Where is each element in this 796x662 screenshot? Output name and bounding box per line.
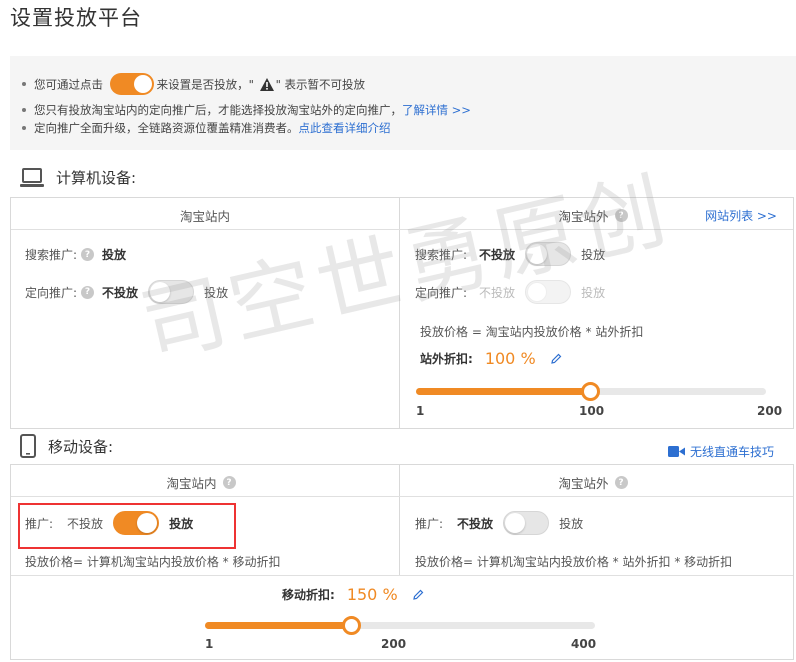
toggle-on-label: 投放 bbox=[581, 285, 606, 300]
computer-inside-target-row: 定向推广: ? 不投放 投放 bbox=[25, 280, 228, 304]
search-promo-label: 搜索推广: bbox=[415, 247, 468, 262]
search-promo-label: 搜索推广: bbox=[25, 248, 78, 262]
help-icon[interactable]: ? bbox=[81, 285, 95, 299]
computer-outside-formula: 投放价格 = 淘宝站内投放价格 * 站外折扣 bbox=[420, 325, 644, 339]
help-icon[interactable]: ? bbox=[81, 248, 95, 261]
target-promo-label: 定向推广: bbox=[25, 285, 78, 300]
toggle-off-label: 不投放 bbox=[479, 247, 516, 262]
notice-text: 来设置是否投放，" bbox=[156, 77, 254, 92]
computer-outside-target-toggle bbox=[525, 280, 572, 304]
page-title: 设置投放平台 bbox=[10, 6, 142, 30]
computer-inside-title: 淘宝站内 bbox=[179, 209, 230, 224]
mobile-outside-promo-toggle[interactable] bbox=[503, 511, 550, 535]
notice-text: 您只有投放淘宝站内的定向推广后，才能选择投放淘宝站外的定向推广， bbox=[34, 103, 402, 117]
notice-box: 您可通过点击 来设置是否投放，" " 表示暂不可投放 您只有投放淘宝站内的定向推… bbox=[10, 56, 796, 150]
outside-discount-slider[interactable] bbox=[416, 382, 766, 401]
computer-section-heading: 计算机设备: bbox=[20, 167, 136, 188]
toggle-off-label: 不投放 bbox=[479, 285, 516, 300]
phone-icon bbox=[20, 434, 36, 458]
mobile-discount-row: 移动折扣: 150 % bbox=[282, 585, 424, 604]
mobile-outside-title-wrap: 淘宝站外 ? bbox=[399, 473, 795, 492]
notice-text: " 表示暂不可投放 bbox=[275, 77, 366, 92]
toggle-on-label: 投放 bbox=[581, 247, 606, 262]
computer-panel: 淘宝站内 搜索推广: ? 投放 定向推广: ? 不投放 投放 淘宝站外 ? 网站… bbox=[10, 197, 794, 429]
toggle-on-label: 投放 bbox=[559, 516, 584, 531]
mobile-discount-slider[interactable] bbox=[205, 616, 595, 635]
mobile-panel: 淘宝站内 ? 淘宝站外 ? 推广: 不投放 投放 投放价格= 计算机淘宝站内投放… bbox=[10, 464, 794, 660]
slider-min-label: 1 bbox=[205, 637, 214, 651]
target-promo-label: 定向推广: bbox=[415, 285, 468, 300]
mobile-inside-title: 淘宝站内 bbox=[166, 476, 217, 491]
mobile-discount-value: 150 % bbox=[346, 585, 398, 604]
mobile-inside-formula: 投放价格= 计算机淘宝站内投放价格 * 移动折扣 bbox=[25, 555, 281, 569]
notice-line-3: 定向推广全面升级，全链路资源位覆盖精准消费者。点此查看详细介绍 bbox=[10, 120, 391, 136]
slider-max-label: 400 bbox=[571, 637, 597, 651]
notice-line-1: 您可通过点击 来设置是否投放，" " 表示暂不可投放 bbox=[10, 73, 365, 97]
help-icon[interactable]: ? bbox=[614, 476, 628, 489]
notice-text: 定向推广全面升级，全链路资源位覆盖精准消费者。 bbox=[34, 121, 299, 135]
example-toggle bbox=[109, 73, 154, 95]
video-icon bbox=[667, 446, 685, 457]
mobile-outside-formula: 投放价格= 计算机淘宝站内投放价格 * 站外折扣 * 移动折扣 bbox=[415, 555, 733, 569]
slider-fill bbox=[416, 388, 591, 395]
slider-handle[interactable] bbox=[341, 616, 361, 635]
computer-outside-title: 淘宝站外 bbox=[558, 209, 609, 224]
notice-line-2: 您只有投放淘宝站内的定向推广后，才能选择投放淘宝站外的定向推广，了解详情 >> bbox=[10, 102, 471, 118]
slider-fill bbox=[205, 622, 351, 629]
slider-max-label: 200 bbox=[757, 404, 783, 418]
search-promo-value: 投放 bbox=[102, 248, 127, 262]
mobile-inside-title-wrap: 淘宝站内 ? bbox=[11, 473, 399, 492]
help-icon[interactable]: ? bbox=[614, 209, 628, 222]
computer-inside-search-row: 搜索推广: ? 投放 bbox=[25, 246, 126, 263]
view-details-link[interactable]: 点此查看详细介绍 bbox=[299, 121, 391, 135]
mobile-heading-text: 移动设备: bbox=[48, 437, 114, 456]
outside-discount-label: 站外折扣: bbox=[420, 352, 473, 366]
pencil-icon[interactable] bbox=[412, 589, 424, 601]
mobile-section-heading: 移动设备: bbox=[20, 434, 113, 458]
laptop-icon bbox=[20, 167, 44, 187]
mobile-discount-label: 移动折扣: bbox=[282, 588, 335, 602]
computer-outside-target-row: 定向推广: 不投放 投放 bbox=[415, 280, 605, 304]
outside-discount-value: 100 % bbox=[484, 349, 536, 368]
help-icon[interactable]: ? bbox=[222, 476, 236, 489]
slider-mid-label: 100 bbox=[579, 404, 605, 418]
computer-outside-search-row: 搜索推广: 不投放 投放 bbox=[415, 242, 605, 266]
computer-heading-text: 计算机设备: bbox=[56, 169, 137, 187]
warning-icon bbox=[259, 77, 274, 91]
toggle-on-label: 投放 bbox=[204, 285, 229, 300]
mobile-outside-promo-row: 推广: 不投放 投放 bbox=[415, 511, 583, 535]
slider-mid-label: 200 bbox=[381, 637, 407, 651]
slider-min-label: 1 bbox=[416, 404, 425, 418]
pencil-icon[interactable] bbox=[550, 353, 562, 365]
notice-text: 您可通过点击 bbox=[34, 77, 103, 92]
highlight-box bbox=[18, 503, 236, 549]
mobile-outside-title: 淘宝站外 bbox=[558, 476, 609, 491]
toggle-off-label: 不投放 bbox=[457, 516, 494, 531]
learn-more-link[interactable]: 了解详情 >> bbox=[402, 103, 471, 117]
slider-handle[interactable] bbox=[581, 382, 601, 401]
wireless-tips-link-wrap[interactable]: 无线直通车技巧 bbox=[667, 443, 774, 460]
computer-inside-target-toggle[interactable] bbox=[148, 280, 195, 304]
site-list-link[interactable]: 网站列表 >> bbox=[705, 207, 777, 224]
toggle-off-label: 不投放 bbox=[102, 285, 139, 300]
wireless-tips-link[interactable]: 无线直通车技巧 bbox=[690, 443, 774, 460]
computer-outside-discount-row: 站外折扣: 100 % bbox=[420, 349, 562, 368]
computer-outside-search-toggle[interactable] bbox=[525, 242, 572, 266]
promo-label: 推广: bbox=[415, 516, 444, 531]
